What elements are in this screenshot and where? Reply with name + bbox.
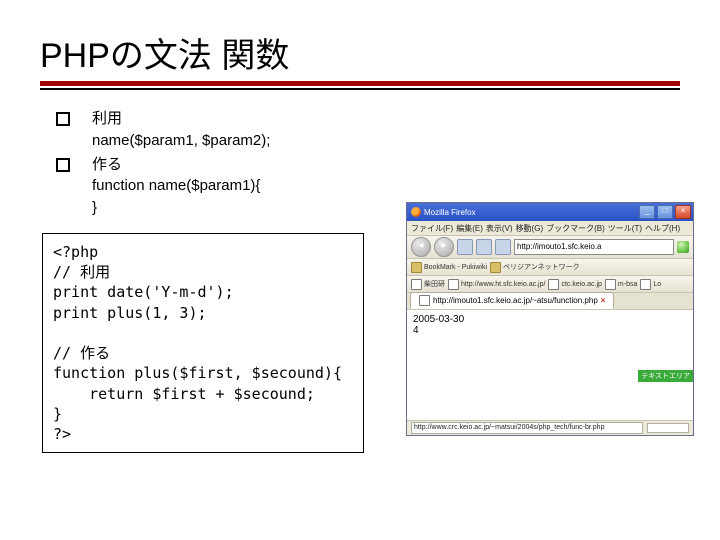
menu-bar: ファイル(F) 編集(E) 表示(V) 移動(G) ブックマーク(B) ツール(… bbox=[407, 221, 693, 236]
output-line-2: 4 bbox=[413, 325, 687, 336]
home-button[interactable] bbox=[495, 239, 511, 255]
url-input[interactable]: http://imouto1.sfc.keio.a bbox=[514, 239, 674, 255]
bookmark-item[interactable]: m-bsa bbox=[605, 279, 637, 290]
bookmarks-toolbar: BookMark - Pukiwiki ベリジアンネットワーク bbox=[407, 259, 693, 276]
code-example: <?php // 利用 print date('Y-m-d'); print p… bbox=[42, 233, 364, 454]
back-button[interactable]: ◂ bbox=[411, 237, 431, 257]
page-icon bbox=[548, 279, 559, 290]
bookmark-item[interactable]: 柴田研 bbox=[411, 279, 445, 290]
menu-go[interactable]: 移動(G) bbox=[516, 223, 544, 234]
folder-icon bbox=[411, 262, 422, 273]
browser-window: Mozilla Firefox _ □ × ファイル(F) 編集(E) 表示(V… bbox=[406, 202, 694, 436]
menu-tools[interactable]: ツール(T) bbox=[608, 223, 642, 234]
output-line-1: 2005-03-30 bbox=[413, 314, 687, 325]
slide-title: PHPの文法 関数 bbox=[40, 28, 680, 77]
window-titlebar[interactable]: Mozilla Firefox _ □ × bbox=[407, 203, 693, 221]
page-content: 2005-03-30 4 テキストエリア bbox=[407, 310, 693, 420]
bookmark-item[interactable]: http://www.ht.sfc.keio.ac.jp/ bbox=[448, 279, 545, 290]
bullet-marker-icon bbox=[56, 112, 70, 126]
bookmark-item[interactable]: ベリジアンネットワーク bbox=[490, 262, 580, 273]
bullet-2-code-1: function name($param1){ bbox=[92, 175, 680, 197]
tab-bar: http://imouto1.sfc.keio.ac.jp/~atsu/func… bbox=[407, 293, 693, 310]
browser-tab[interactable]: http://imouto1.sfc.keio.ac.jp/~atsu/func… bbox=[410, 292, 614, 309]
tab-close-icon[interactable]: × bbox=[601, 294, 606, 307]
title-underline-black bbox=[40, 88, 680, 90]
status-url: http://www.crc.keio.ac.jp/~matsui/2004s/… bbox=[411, 422, 643, 434]
bookmarks-toolbar-2: 柴田研 http://www.ht.sfc.keio.ac.jp/ ctc.ke… bbox=[407, 276, 693, 293]
bookmark-item[interactable]: ctc.keio.ac.jp bbox=[548, 279, 601, 290]
forward-button[interactable]: ▸ bbox=[434, 237, 454, 257]
close-button[interactable]: × bbox=[675, 205, 691, 219]
extension-badge[interactable]: テキストエリア bbox=[638, 370, 693, 382]
progress-bar bbox=[647, 423, 689, 433]
bookmark-item[interactable]: BookMark - Pukiwiki bbox=[411, 262, 487, 273]
status-bar: http://www.crc.keio.ac.jp/~matsui/2004s/… bbox=[407, 420, 693, 435]
firefox-icon bbox=[411, 207, 421, 217]
bullet-1: 利用 name($param1, $param2); bbox=[56, 108, 680, 152]
reload-button[interactable] bbox=[457, 239, 473, 255]
menu-help[interactable]: ヘルプ(H) bbox=[645, 223, 680, 234]
window-title: Mozilla Firefox bbox=[424, 208, 476, 217]
bullet-1-label: 利用 bbox=[92, 108, 680, 130]
tab-label: http://imouto1.sfc.keio.ac.jp/~atsu/func… bbox=[433, 294, 598, 307]
title-underline-red bbox=[40, 81, 680, 86]
maximize-button[interactable]: □ bbox=[657, 205, 673, 219]
page-icon bbox=[448, 279, 459, 290]
page-icon bbox=[640, 279, 651, 290]
nav-toolbar: ◂ ▸ http://imouto1.sfc.keio.a bbox=[407, 236, 693, 259]
go-button[interactable] bbox=[677, 241, 689, 253]
page-icon bbox=[419, 295, 430, 306]
folder-icon bbox=[490, 262, 501, 273]
menu-edit[interactable]: 編集(E) bbox=[456, 223, 483, 234]
bullet-2-label: 作る bbox=[92, 154, 680, 176]
bullet-marker-icon bbox=[56, 158, 70, 172]
page-icon bbox=[605, 279, 616, 290]
bookmark-item[interactable]: Lo bbox=[640, 279, 661, 290]
bullet-1-code: name($param1, $param2); bbox=[92, 130, 680, 152]
page-icon bbox=[411, 279, 422, 290]
menu-view[interactable]: 表示(V) bbox=[486, 223, 513, 234]
minimize-button[interactable]: _ bbox=[639, 205, 655, 219]
stop-button[interactable] bbox=[476, 239, 492, 255]
menu-bookmarks[interactable]: ブックマーク(B) bbox=[546, 223, 605, 234]
menu-file[interactable]: ファイル(F) bbox=[411, 223, 453, 234]
